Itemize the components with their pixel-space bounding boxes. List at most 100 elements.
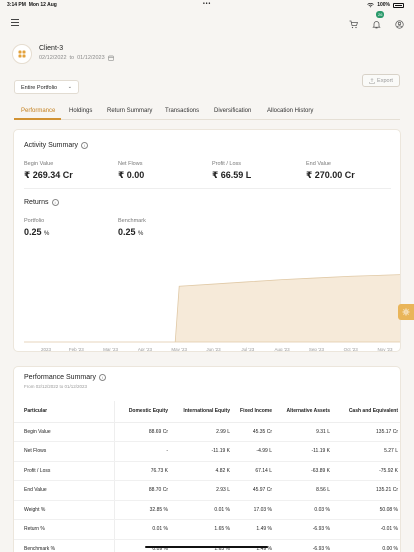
notification-badge: 26 (376, 11, 385, 18)
table-cell: 67.14 L (234, 461, 276, 481)
row-label: End Value (14, 480, 115, 501)
tab-holdings[interactable]: Holdings (69, 108, 92, 114)
x-tick-label: Feb '23 (69, 347, 84, 352)
table-cell: -6.93 % (276, 519, 334, 540)
portfolio-icon (12, 44, 32, 64)
table-cell: -75.92 K (334, 461, 400, 481)
date-from: 02/12/2022 (39, 55, 67, 61)
table-row: Profit / Loss 76.73 K 4.82 K 67.14 L -63.89 … (14, 461, 400, 481)
net-flows-value: ₹ 0.00 (118, 170, 145, 180)
table-cell: -4.99 L (234, 441, 276, 462)
export-label: Export (377, 77, 393, 84)
performance-card: Activity Summary i Begin Value ₹ 269.34 … (13, 129, 401, 352)
client-header: Client-3 02/12/2022 to 01/12/2023 (12, 44, 114, 64)
row-label: Net Flows (14, 441, 115, 462)
row-label: Weight % (14, 500, 115, 520)
row-label: Return % (14, 519, 115, 540)
performance-summary-subtitle: From 02/12/2022 to 01/12/2023 (24, 384, 88, 389)
activity-summary-label: Activity Summary (24, 142, 79, 149)
portfolio-dropdown-value: Entire Portfolio (21, 85, 58, 91)
portfolio-dropdown[interactable]: Entire Portfolio ⌄ (14, 80, 79, 94)
table-row: Weight % 32.85 % 0.01 % 17.03 % 0.03 % 50.08 … (14, 500, 400, 520)
metric-label: Benchmark (118, 218, 146, 224)
performance-summary-table: Particular Domestic Equity International E… (14, 401, 400, 552)
top-bar: 26 (0, 10, 414, 36)
info-icon[interactable]: i (98, 374, 106, 381)
x-tick-label: Oct '23 (344, 347, 359, 352)
table-cell: -6.93 % (276, 539, 334, 552)
table-cell: 8.56 L (276, 480, 334, 501)
battery-icon (393, 2, 404, 8)
table-body: Begin Value 88.69 Cr 2.99 L 45.35 Cr 9.31 L1… (14, 422, 400, 552)
table-cell: 2.93 L (172, 480, 234, 501)
menu-icon[interactable] (11, 19, 19, 26)
tab-bar: Performance Holdings Return Summary Tran… (14, 106, 400, 120)
table-cell: 45.97 Cr (234, 480, 276, 501)
table-cell: 9.31 L (276, 422, 334, 442)
wifi-icon (367, 2, 374, 7)
x-tick-label: 2023 (41, 347, 52, 352)
table-cell: 2.99 L (172, 422, 234, 442)
client-date-range[interactable]: 02/12/2022 to 01/12/2023 (39, 55, 114, 61)
metric-label: Portfolio (24, 218, 45, 224)
table-cell: 1.65 % (172, 519, 234, 540)
activity-summary-title: Activity Summary i (24, 142, 89, 149)
active-tab-indicator (14, 118, 61, 120)
table-cell: 0.03 % (276, 500, 334, 520)
performance-chart[interactable]: 2023 Feb '23 Mar '23 Apr '23 May '23 Jun '23 J… (14, 258, 400, 352)
x-tick-label: Aug '23 (275, 347, 291, 352)
tab-return-summary[interactable]: Return Summary (107, 108, 152, 114)
table-header-row: Particular Domestic Equity International E… (14, 401, 400, 423)
tab-allocation-history[interactable]: Allocation History (267, 108, 313, 114)
x-tick-label: May '23 (171, 347, 187, 352)
multitask-dots[interactable]: ••• (203, 1, 211, 7)
info-icon[interactable]: i (81, 142, 89, 149)
table-cell: 135.17 Cr (334, 422, 400, 442)
info-icon[interactable]: i (51, 199, 59, 206)
metric-label: End Value (306, 161, 331, 167)
column-header: Fixed Income (234, 401, 276, 423)
table-cell: - (114, 441, 172, 462)
x-tick-label: Jun '23 (206, 347, 221, 352)
gear-icon[interactable] (398, 304, 414, 320)
table-row: Net Flows - -11.19 K -4.99 L -11.19 K 5.27 L (14, 441, 400, 462)
x-tick-label: Nov '23 (377, 347, 393, 352)
status-right: 100% (367, 2, 404, 8)
table-cell: 88.70 Cr (114, 480, 172, 501)
begin-value: ₹ 269.34 Cr (24, 170, 73, 180)
row-label: Profit / Loss (14, 461, 115, 481)
column-header: Particular (14, 401, 115, 423)
table-cell: 17.03 % (234, 500, 276, 520)
tab-transactions[interactable]: Transactions (165, 108, 199, 114)
tab-performance[interactable]: Performance (21, 108, 55, 114)
cart-icon[interactable] (349, 16, 359, 29)
performance-summary-label: Performance Summary (24, 374, 96, 381)
returns-label: Returns (24, 199, 49, 206)
metric-label: Begin Value (24, 161, 54, 167)
table-cell: 88.69 Cr (114, 422, 172, 442)
x-tick-label: Sep '23 (309, 347, 325, 352)
export-icon (369, 77, 375, 84)
table-cell: -63.89 K (276, 461, 334, 481)
user-icon[interactable] (395, 16, 404, 29)
row-label: Begin Value (14, 422, 115, 442)
client-name: Client-3 (39, 45, 64, 52)
table-cell: -11.19 K (276, 441, 334, 462)
table-cell: 135.21 Cr (334, 480, 400, 501)
status-bar: 3:14 PM Mon 12 Aug ••• 100% (0, 0, 414, 10)
home-indicator[interactable] (145, 546, 268, 548)
column-header: Domestic Equity (114, 401, 172, 423)
calendar-icon[interactable] (107, 55, 114, 61)
table-cell: 4.82 K (172, 461, 234, 481)
column-header: International Equity (172, 401, 234, 423)
divider (24, 188, 391, 189)
table-cell: 0.00 % (334, 539, 400, 552)
table-cell: 1.49 % (234, 519, 276, 540)
table-cell: 32.85 % (114, 500, 172, 520)
chart-svg: 2023 Feb '23 Mar '23 Apr '23 May '23 Jun '23 J… (24, 274, 400, 352)
export-button[interactable]: Export (362, 74, 400, 87)
table-cell: -11.19 K (172, 441, 234, 462)
returns-title: Returns i (24, 199, 59, 206)
bell-icon[interactable]: 26 (372, 11, 385, 29)
tab-diversification[interactable]: Diversification (214, 108, 251, 114)
